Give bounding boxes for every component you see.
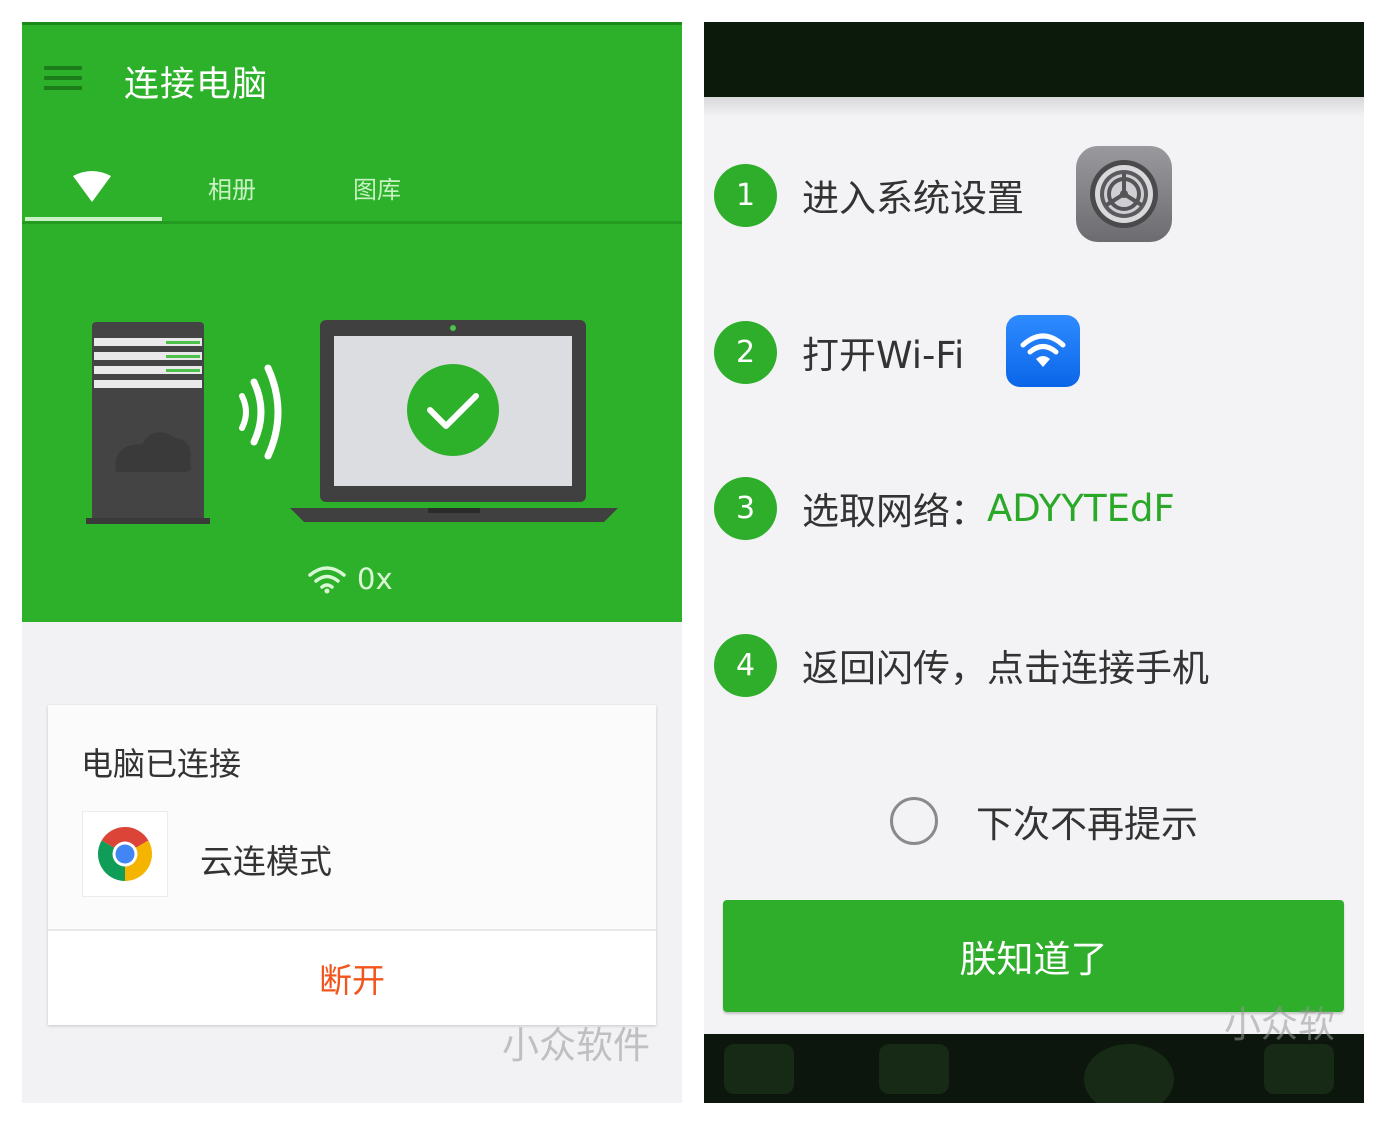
step-4: 4 返回闪传，点击连接手机 — [714, 633, 1209, 697]
step-text: 选取网络： — [802, 490, 987, 533]
server-icon — [86, 322, 210, 524]
step-text: 返回闪传，点击连接手机 — [802, 647, 1209, 690]
chrome-icon — [97, 826, 153, 881]
step-1: 1 进入系统设置 — [714, 163, 1024, 227]
network-name: ADYYTEdF — [987, 486, 1175, 530]
disconnect-button[interactable]: 断开 — [48, 931, 656, 1025]
tab-bar: 相册 图库 — [22, 152, 682, 222]
hamburger-menu-icon[interactable] — [44, 66, 82, 92]
browser-tile — [82, 811, 168, 897]
card-title: 电脑已连接 — [81, 745, 242, 783]
dimmed-header — [704, 22, 1364, 97]
connected-card: 电脑已连接 云连模式 断开 — [48, 705, 656, 1025]
tab-album[interactable]: 相册 — [172, 152, 292, 222]
dialog-top-shadow — [704, 97, 1364, 117]
wifi-status: 0x — [307, 562, 393, 596]
status-divider — [22, 22, 682, 25]
step-number: 1 — [714, 163, 777, 227]
step-number: 2 — [714, 320, 777, 384]
step-3: 3 选取网络： ADYYTEdF — [714, 476, 1175, 540]
connection-mode-label: 云连模式 — [200, 842, 332, 881]
settings-gear-icon — [1076, 146, 1172, 242]
watermark: 小众软 — [1224, 1003, 1335, 1046]
wifi-signal-icon — [308, 566, 346, 594]
step-number: 4 — [714, 633, 777, 697]
wifi-icon — [1006, 315, 1080, 387]
tab-wifi[interactable] — [22, 152, 162, 222]
page-title: 连接电脑 — [124, 65, 269, 105]
dont-remind-label: 下次不再提示 — [976, 803, 1198, 846]
tab-gallery[interactable]: 图库 — [317, 152, 437, 222]
connection-illustration — [86, 320, 618, 524]
step-2: 2 打开Wi-Fi — [714, 320, 964, 384]
laptop-icon — [290, 320, 618, 522]
dont-remind-radio[interactable] — [890, 797, 938, 845]
tab-divider — [22, 221, 682, 224]
step-number: 3 — [714, 476, 777, 540]
dont-remind-option[interactable]: 下次不再提示 — [890, 794, 1198, 848]
wifi-status-value: 0x — [357, 562, 393, 596]
right-screen: 1 进入系统设置 2 打开Wi-Fi 3 选取网络： ADYYTEdF 4 返回… — [704, 22, 1364, 1103]
step-text: 打开Wi-Fi — [802, 334, 965, 377]
watermark: 小众软件 — [502, 1024, 650, 1067]
wifi-triangle-icon — [73, 171, 111, 202]
signal-waves-icon — [239, 364, 282, 460]
left-screen: 连接电脑 相册 图库 0x 电脑已连接 云连模式 断开 小众软件 — [22, 22, 682, 1103]
step-text: 进入系统设置 — [802, 177, 1024, 220]
